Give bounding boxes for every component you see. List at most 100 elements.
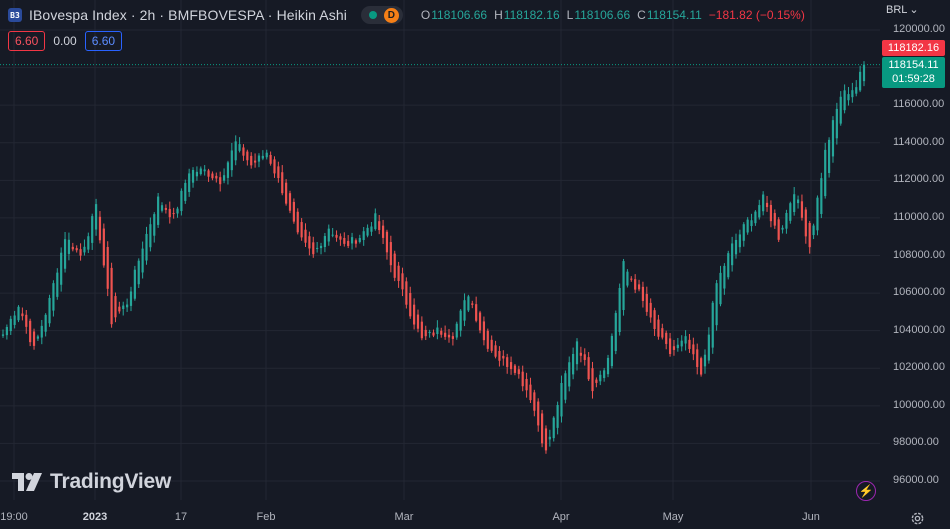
candle-body bbox=[742, 224, 745, 241]
candle-body bbox=[319, 245, 323, 249]
candle-body bbox=[703, 354, 707, 367]
indicator-value-3[interactable]: 6.60 bbox=[84, 31, 123, 51]
candle-body bbox=[413, 304, 416, 325]
candle-body bbox=[812, 225, 815, 236]
candle bbox=[296, 208, 299, 235]
tradingview-logo[interactable]: TradingView bbox=[12, 470, 171, 494]
candle bbox=[126, 298, 129, 312]
candle-body bbox=[750, 220, 753, 227]
candle-body bbox=[475, 304, 478, 321]
gear-icon[interactable] bbox=[910, 511, 925, 526]
candle bbox=[727, 250, 730, 280]
candle bbox=[222, 168, 226, 184]
candle-body bbox=[366, 227, 369, 236]
y-tick-label: 114000.00 bbox=[893, 135, 945, 148]
candle-body bbox=[98, 216, 102, 241]
symbol-title[interactable]: IBovespa Index · 2h · BMFBOVESPA · Heiki… bbox=[29, 7, 347, 23]
candle bbox=[831, 116, 835, 163]
x-tick-label: 17 bbox=[174, 511, 188, 523]
market-status[interactable]: D bbox=[360, 6, 403, 24]
lightning-icon[interactable]: ⚡ bbox=[856, 481, 876, 501]
candle bbox=[149, 217, 152, 252]
candle bbox=[653, 307, 656, 336]
price-chart[interactable] bbox=[0, 0, 950, 529]
candle-body bbox=[521, 371, 524, 387]
y-tick-label: 106000.00 bbox=[893, 286, 945, 299]
indicator-value-1[interactable]: 6.60 bbox=[8, 31, 46, 51]
indicator-value-2: 0.00 bbox=[53, 34, 77, 48]
candle-body bbox=[157, 196, 160, 225]
candle bbox=[482, 316, 486, 346]
candle-body bbox=[796, 199, 800, 204]
bar-countdown: 01:59:28 bbox=[892, 73, 935, 85]
candle bbox=[827, 137, 831, 178]
candle bbox=[641, 281, 645, 308]
candle-body bbox=[327, 228, 330, 242]
candle bbox=[195, 166, 199, 181]
candle-body bbox=[827, 139, 831, 173]
candle-body bbox=[32, 331, 36, 346]
candle bbox=[610, 333, 614, 369]
candle-body bbox=[296, 211, 299, 233]
candle-body bbox=[506, 357, 509, 367]
candle-body bbox=[785, 212, 788, 229]
candle bbox=[234, 135, 237, 166]
candle-body bbox=[323, 236, 327, 247]
candle-body bbox=[672, 346, 676, 350]
candle-body bbox=[149, 224, 152, 248]
candle bbox=[226, 160, 230, 185]
y-tick-label: 100000.00 bbox=[893, 398, 945, 411]
candle-body bbox=[374, 213, 377, 230]
candle bbox=[723, 263, 726, 295]
candle-body bbox=[17, 306, 20, 321]
candle-body bbox=[525, 378, 528, 391]
close-label: C bbox=[637, 8, 646, 22]
candle-body bbox=[676, 344, 679, 349]
candle bbox=[506, 353, 509, 374]
candle-body bbox=[288, 193, 292, 211]
candle-body bbox=[118, 306, 121, 312]
candle bbox=[110, 262, 113, 328]
candle bbox=[812, 223, 815, 240]
candle bbox=[343, 232, 346, 247]
candle bbox=[327, 224, 330, 246]
candle-body bbox=[444, 332, 447, 337]
candle bbox=[544, 425, 548, 454]
candle bbox=[665, 330, 668, 350]
candle bbox=[60, 247, 63, 292]
candle bbox=[793, 187, 796, 216]
candle bbox=[517, 365, 520, 379]
candle-body bbox=[560, 382, 563, 417]
candle-body bbox=[653, 310, 656, 329]
currency-selector[interactable]: BRL ⌄ bbox=[886, 3, 919, 17]
candle bbox=[700, 356, 703, 377]
candle-body bbox=[490, 339, 493, 351]
candle-body bbox=[781, 227, 784, 230]
candle bbox=[370, 221, 373, 236]
candle-body bbox=[312, 242, 315, 255]
candle bbox=[537, 398, 540, 432]
candle-body bbox=[385, 231, 389, 253]
candle-body bbox=[164, 207, 167, 210]
candle bbox=[471, 300, 474, 309]
candle-body bbox=[145, 233, 148, 261]
candle-body bbox=[769, 204, 773, 222]
candle-body bbox=[731, 243, 734, 266]
candle bbox=[785, 209, 788, 234]
candle-body bbox=[52, 283, 55, 311]
candle-body bbox=[665, 332, 668, 344]
candle-body bbox=[564, 373, 567, 400]
candle bbox=[191, 167, 195, 188]
candle-body bbox=[285, 182, 288, 204]
candle bbox=[87, 232, 90, 254]
symbol-logo-icon[interactable]: B3 bbox=[8, 8, 22, 22]
x-tick-label: 2023 bbox=[82, 511, 108, 523]
delayed-data-badge[interactable]: D bbox=[383, 7, 399, 23]
x-tick-label: May bbox=[662, 511, 684, 523]
candle bbox=[478, 310, 482, 334]
candle bbox=[21, 307, 24, 321]
candle-body bbox=[242, 147, 245, 156]
candle bbox=[71, 242, 74, 252]
change-value: −181.82 (−0.15%) bbox=[708, 8, 805, 22]
candle-body bbox=[502, 355, 505, 359]
